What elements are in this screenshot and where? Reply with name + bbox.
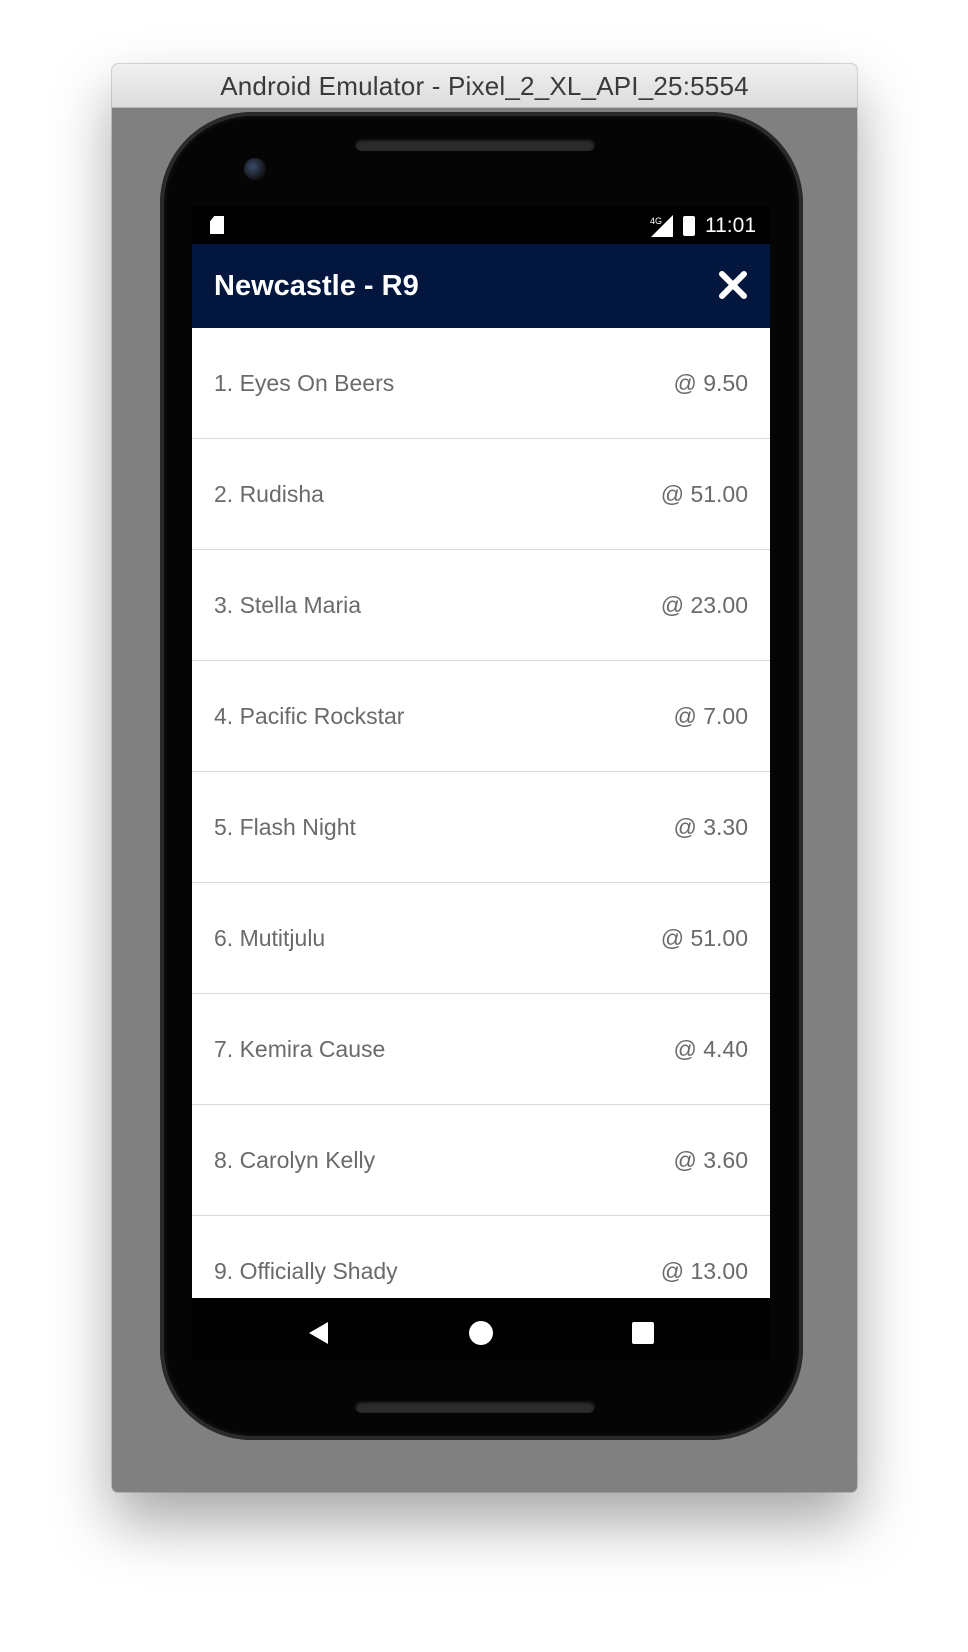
runner-odds: @ 13.00: [660, 1258, 748, 1284]
list-item[interactable]: 9. Officially Shady @ 13.00: [192, 1216, 770, 1298]
status-bar: 4G 11:01: [192, 206, 770, 244]
runner-name: 2. Rudisha: [214, 481, 324, 507]
runner-list: 1. Eyes On Beers @ 9.50 2. Rudisha @ 51.…: [192, 328, 770, 1298]
close-button[interactable]: [714, 266, 752, 304]
device-screen: 4G 11:01 Newcastle - R9 1. Eyes On Beers…: [192, 206, 770, 1360]
close-icon: [719, 271, 747, 299]
list-item[interactable]: 6. Mutitjulu @ 51.00: [192, 883, 770, 994]
emulator-window: Android Emulator - Pixel_2_XL_API_25:555…: [112, 64, 857, 1492]
front-camera: [244, 158, 266, 180]
signal-icon: 4G: [649, 215, 673, 237]
network-type-label: 4G: [650, 216, 662, 226]
list-item[interactable]: 4. Pacific Rockstar @ 7.00: [192, 661, 770, 772]
runner-name: 7. Kemira Cause: [214, 1036, 386, 1062]
back-button[interactable]: [304, 1318, 334, 1348]
sd-card-icon: [210, 216, 224, 234]
runner-odds: @ 7.00: [673, 703, 748, 729]
list-item[interactable]: 8. Carolyn Kelly @ 3.60: [192, 1105, 770, 1216]
runner-name: 8. Carolyn Kelly: [214, 1147, 376, 1173]
system-nav-bar: [192, 1298, 770, 1360]
recents-button[interactable]: [628, 1318, 658, 1348]
runner-name: 4. Pacific Rockstar: [214, 703, 405, 729]
runner-odds: @ 4.40: [673, 1036, 748, 1062]
list-item[interactable]: 3. Stella Maria @ 23.00: [192, 550, 770, 661]
home-circle-icon: [469, 1321, 493, 1345]
list-item[interactable]: 5. Flash Night @ 3.30: [192, 772, 770, 883]
runner-odds: @ 9.50: [673, 370, 748, 396]
runner-name: 1. Eyes On Beers: [214, 370, 395, 396]
runner-odds: @ 3.30: [673, 814, 748, 840]
home-button[interactable]: [466, 1318, 496, 1348]
runner-odds: @ 23.00: [660, 592, 748, 618]
bottom-speaker: [355, 1400, 595, 1413]
list-item[interactable]: 1. Eyes On Beers @ 9.50: [192, 328, 770, 439]
battery-icon: [683, 216, 695, 236]
window-title: Android Emulator - Pixel_2_XL_API_25:555…: [112, 64, 857, 108]
runner-name: 6. Mutitjulu: [214, 925, 326, 951]
runner-name: 5. Flash Night: [214, 814, 356, 840]
list-item[interactable]: 7. Kemira Cause @ 4.40: [192, 994, 770, 1105]
page-title: Newcastle - R9: [214, 270, 419, 302]
status-icons: 4G 11:01: [649, 212, 756, 240]
list-item[interactable]: 2. Rudisha @ 51.00: [192, 439, 770, 550]
app-bar: Newcastle - R9: [192, 244, 770, 328]
back-triangle-icon: [309, 1322, 328, 1344]
recents-square-icon: [632, 1322, 654, 1344]
runner-odds: @ 3.60: [673, 1147, 748, 1173]
runner-odds: @ 51.00: [660, 481, 748, 507]
runner-name: 9. Officially Shady: [214, 1258, 398, 1284]
clock: 11:01: [705, 214, 756, 237]
runner-odds: @ 51.00: [660, 925, 748, 951]
top-speaker: [355, 138, 595, 151]
runner-name: 3. Stella Maria: [214, 592, 362, 618]
